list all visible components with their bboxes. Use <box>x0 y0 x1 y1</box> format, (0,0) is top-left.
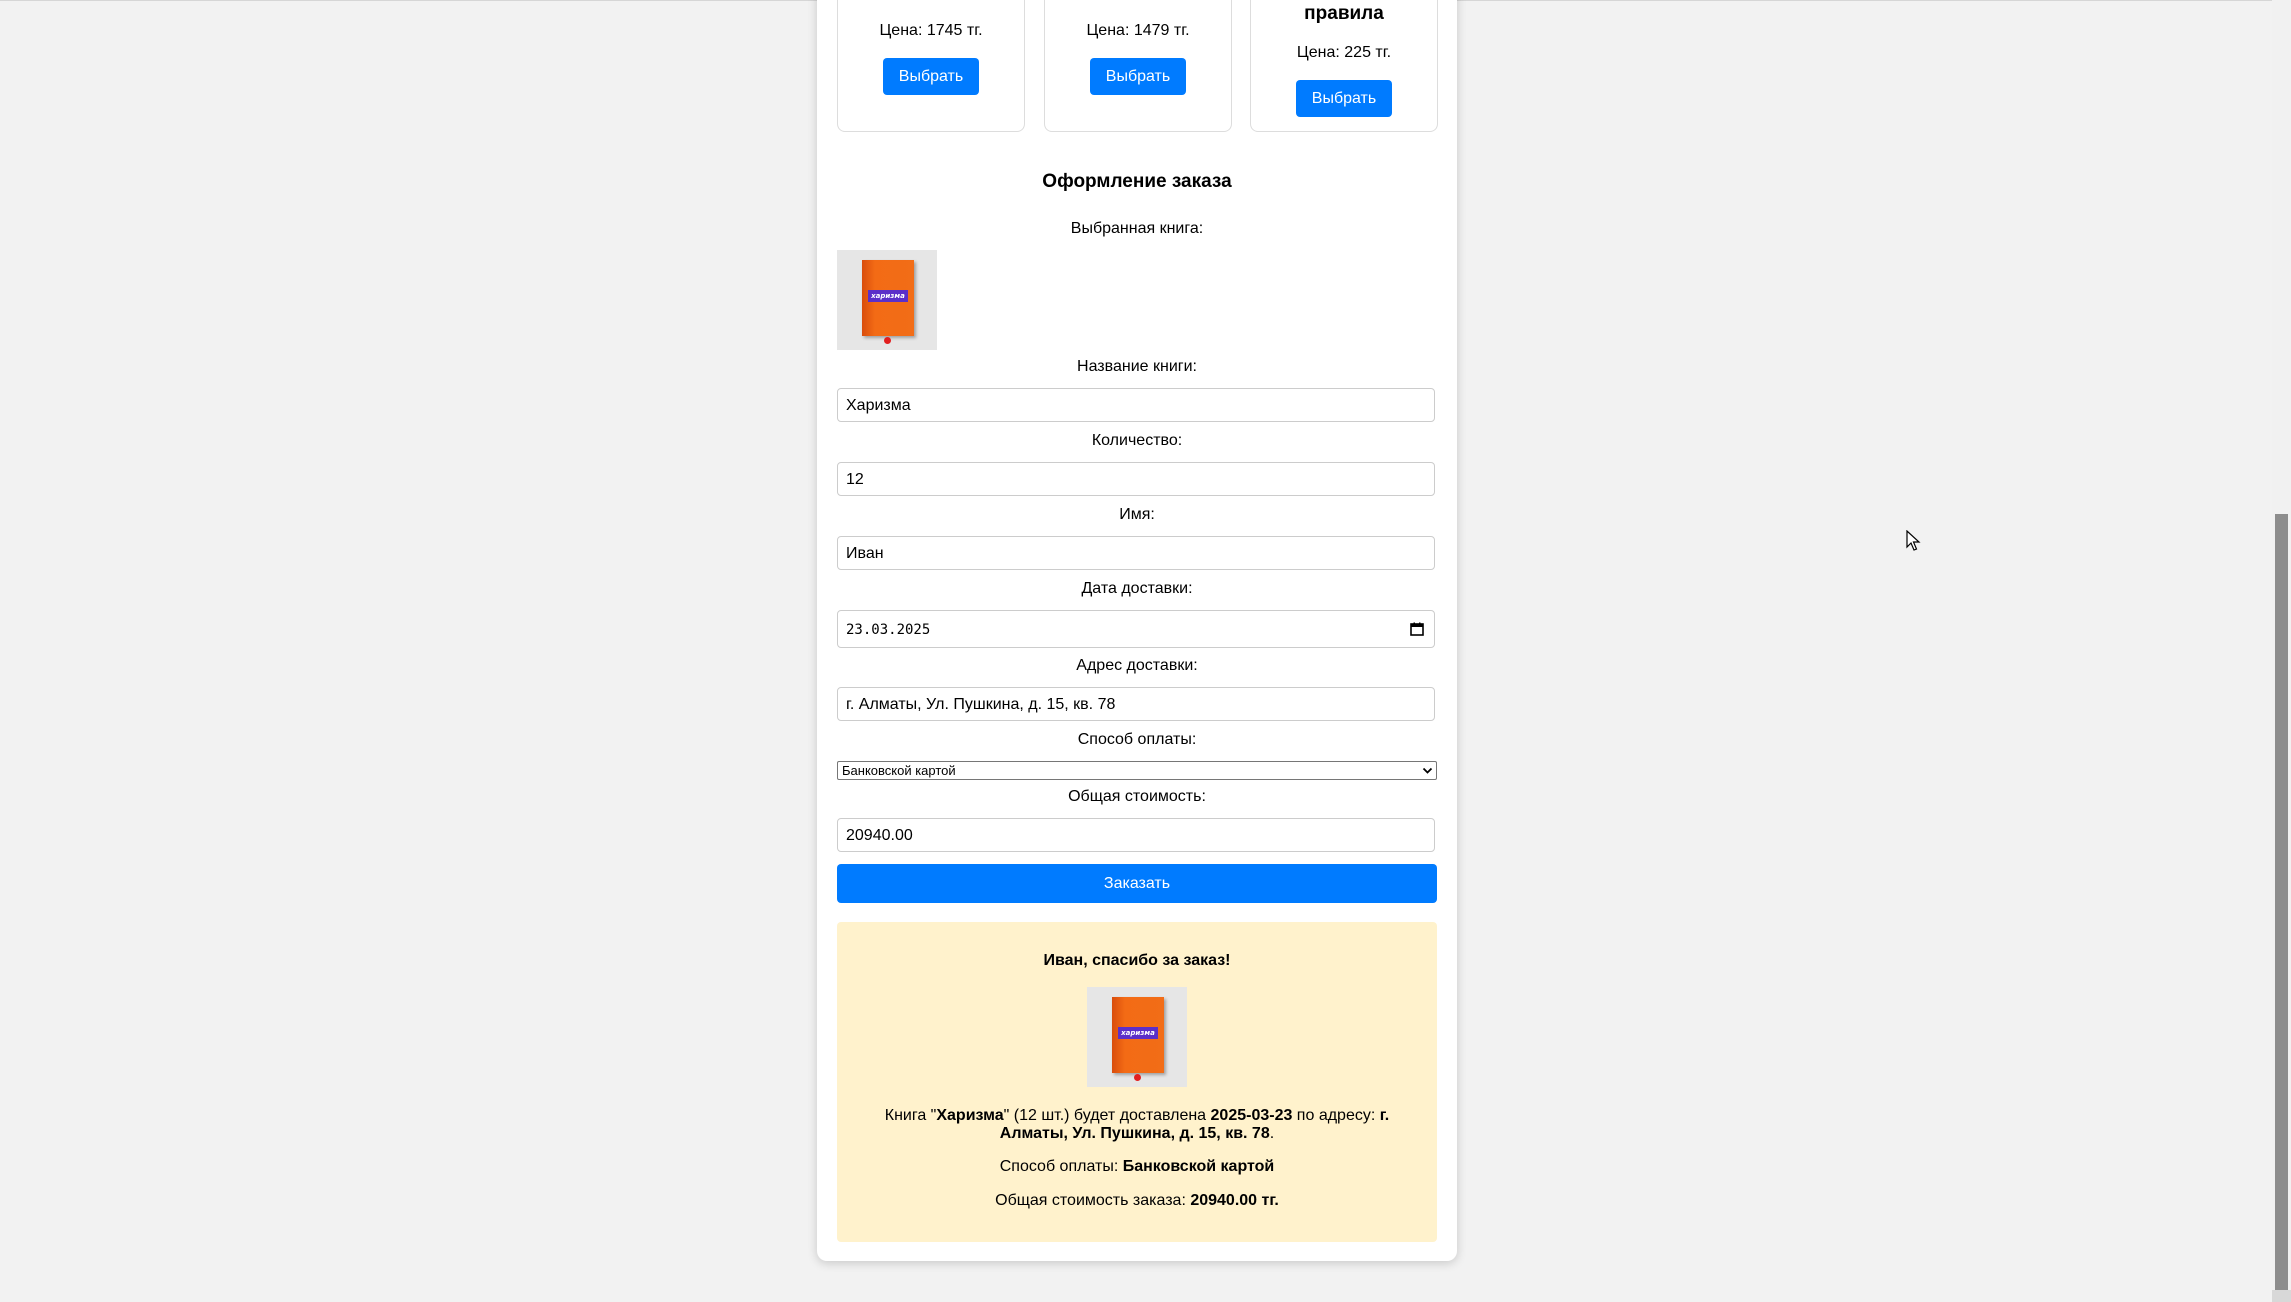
book-card-price: Цена: 1745 тг. <box>879 22 983 39</box>
scrollbar-thumb[interactable] <box>2275 514 2288 1290</box>
text-part: " (12 шт.) будет доставлена <box>1003 1107 1211 1124</box>
book-card-price: Цена: 225 тг. <box>1296 44 1392 61</box>
confirmation-book-image: харизма <box>1087 987 1187 1087</box>
payment-method-label: Способ оплаты: <box>1077 731 1197 748</box>
order-confirmation: Иван, спасибо за заказ! харизма Книга "Х… <box>837 922 1437 1242</box>
book-cover-title: харизма <box>868 290 908 302</box>
book-title-label: Название книги: <box>1077 358 1197 375</box>
delivery-address-input[interactable]: г. Алматы, Ул. Пушкина, д. 15, кв. 78 <box>837 687 1435 721</box>
confirmation-book-title: Харизма <box>936 1107 1004 1124</box>
confirmation-title: Иван, спасибо за заказ! <box>1043 952 1231 969</box>
mouse-cursor-icon <box>1906 530 1921 551</box>
delivery-date-label: Дата доставки: <box>1081 580 1193 597</box>
text-part: . <box>1269 1125 1275 1142</box>
select-book-button[interactable]: Выбрать <box>883 58 979 95</box>
book-card: правила Цена: 225 тг. Выбрать <box>1250 0 1438 132</box>
delivery-address-label: Адрес доставки: <box>1076 657 1198 674</box>
confirmation-delivery-text: Книга "Харизма" (12 шт.) будет доставлен… <box>877 1107 1397 1143</box>
book-card: Цена: 1479 тг. Выбрать <box>1044 0 1232 132</box>
book-title-input[interactable]: Харизма <box>837 388 1435 422</box>
total-cost-input: 20940.00 <box>837 818 1435 852</box>
name-input[interactable]: Иван <box>837 536 1435 570</box>
payment-method-selected: Банковской картой <box>842 763 956 778</box>
scroll-down-arrow[interactable] <box>2272 1290 2291 1302</box>
publisher-logo-dot <box>884 337 891 344</box>
confirmation-payment-text: Способ оплаты: Банковской картой <box>877 1158 1397 1176</box>
order-form-title: Оформление заказа <box>1042 171 1232 192</box>
confirmation-date: 2025-03-23 <box>1210 1107 1293 1124</box>
chevron-down-icon <box>1422 767 1433 774</box>
book-cover: харизма <box>862 260 914 336</box>
delivery-date-input[interactable]: 23.03.2025 <box>837 610 1435 648</box>
text-part: Общая стоимость заказа: <box>995 1192 1191 1209</box>
quantity-input[interactable]: 12 <box>837 462 1435 496</box>
text-part: Способ оплаты: <box>999 1158 1123 1175</box>
calendar-icon[interactable] <box>1410 622 1424 636</box>
quantity-label: Количество: <box>1091 432 1183 449</box>
order-submit-button[interactable]: Заказать <box>837 864 1437 903</box>
page-scrollbar[interactable] <box>2272 0 2291 1302</box>
total-cost-label: Общая стоимость: <box>1068 788 1206 805</box>
publisher-logo-dot <box>1134 1074 1141 1081</box>
order-page-container: Цена: 1745 тг. Выбрать Цена: 1479 тг. Вы… <box>817 0 1457 1261</box>
name-label: Имя: <box>1119 506 1155 523</box>
delivery-date-value: 23.03.2025 <box>846 622 931 638</box>
book-card: Цена: 1745 тг. Выбрать <box>837 0 1025 132</box>
book-cover: харизма <box>1112 997 1164 1073</box>
confirmation-total-text: Общая стоимость заказа: 20940.00 тг. <box>877 1192 1397 1210</box>
select-book-button[interactable]: Выбрать <box>1090 58 1186 95</box>
payment-method-select[interactable]: Банковской картой <box>837 761 1437 780</box>
text-part: Книга " <box>884 1107 937 1124</box>
book-card-price: Цена: 1479 тг. <box>1086 22 1190 39</box>
selected-book-image: харизма <box>837 250 937 350</box>
selected-book-label: Выбранная книга: <box>1070 220 1204 237</box>
book-cover-title: харизма <box>1118 1027 1158 1039</box>
text-part: по адресу: <box>1292 1107 1380 1124</box>
select-book-button[interactable]: Выбрать <box>1296 80 1392 117</box>
confirmation-total: 20940.00 тг. <box>1190 1192 1279 1209</box>
confirmation-payment-method: Банковской картой <box>1122 1158 1275 1175</box>
book-card-title: правила <box>1304 3 1384 24</box>
